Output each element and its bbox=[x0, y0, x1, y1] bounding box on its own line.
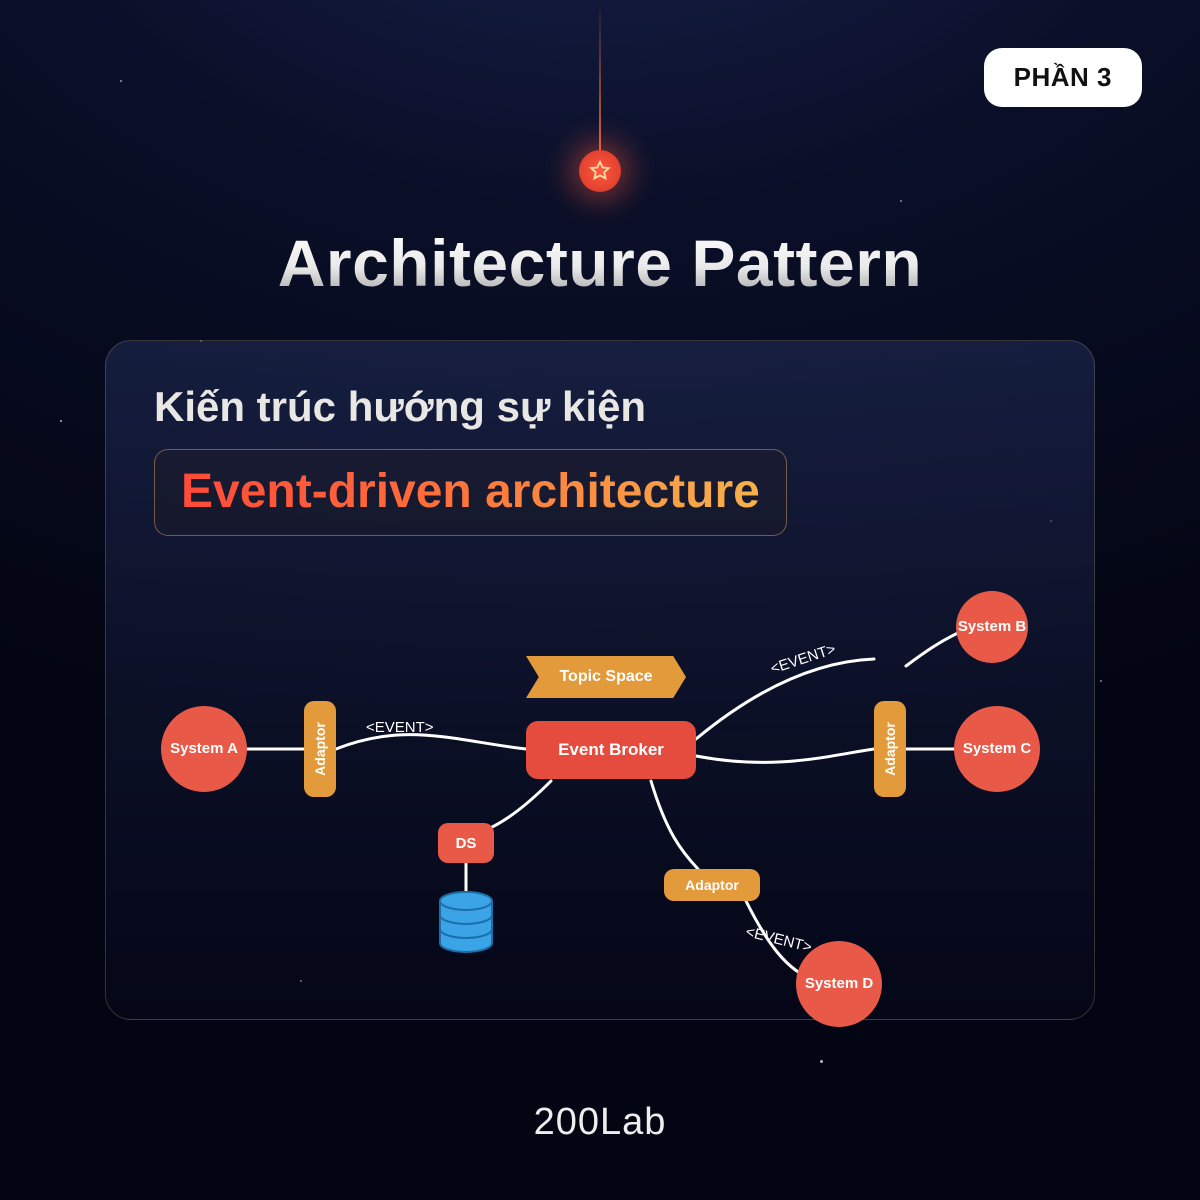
highlight-box: Event-driven architecture bbox=[154, 449, 787, 536]
adaptor-left: Adaptor bbox=[304, 701, 336, 797]
subtitle: Kiến trúc hướng sự kiện bbox=[154, 383, 1046, 431]
content-card: Kiến trúc hướng sự kiện Event-driven arc… bbox=[105, 340, 1095, 1020]
page-title: Architecture Pattern bbox=[0, 225, 1200, 301]
event-label-left: <EVENT> bbox=[366, 719, 434, 736]
system-c-node: System C bbox=[954, 706, 1040, 792]
ds-node: DS bbox=[438, 823, 494, 863]
footer-brand: 200Lab bbox=[0, 1101, 1200, 1144]
highlight-text: Event-driven architecture bbox=[181, 464, 760, 519]
comet-trail bbox=[599, 0, 601, 160]
system-a-node: System A bbox=[161, 706, 247, 792]
part-badge: PHẦN 3 bbox=[984, 48, 1142, 107]
adaptor-right: Adaptor bbox=[874, 701, 906, 797]
architecture-diagram: Topic Space Event Broker System A Adapto… bbox=[106, 571, 1096, 1021]
topic-space-ribbon: Topic Space bbox=[526, 656, 686, 698]
diagram-connectors bbox=[106, 571, 1096, 1021]
system-d-node: System D bbox=[796, 941, 882, 1027]
star-icon bbox=[579, 150, 621, 192]
system-b-node: System B bbox=[956, 591, 1028, 663]
event-broker-node: Event Broker bbox=[526, 721, 696, 779]
adaptor-bottom: Adaptor bbox=[664, 869, 760, 901]
